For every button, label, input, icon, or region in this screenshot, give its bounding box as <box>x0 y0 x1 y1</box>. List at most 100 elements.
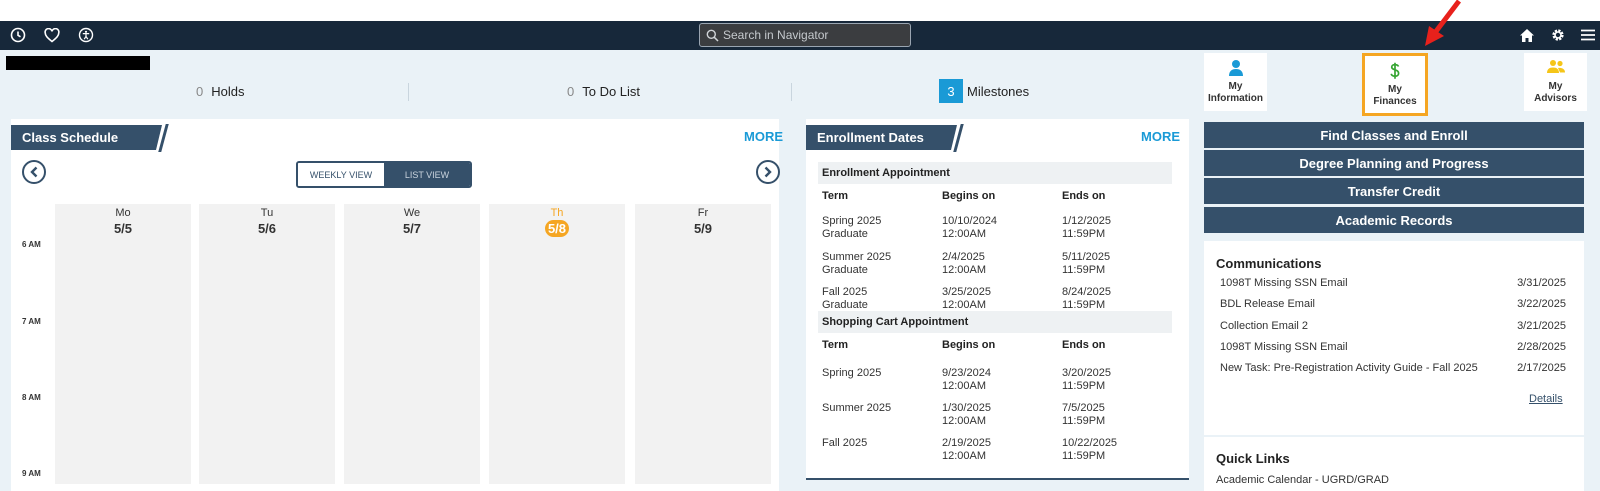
todo-label: To Do List <box>582 83 641 99</box>
class-schedule-panel: Class Schedule MORE WEEKLY VIEW LIST VIE… <box>11 119 783 491</box>
menu-icon[interactable] <box>1578 25 1598 45</box>
end-cell: 7/5/2025 11:59PM <box>1062 402 1105 428</box>
weekly-view-button[interactable]: WEEKLY VIEW <box>298 163 384 186</box>
table-row: Spring 2025 Graduate <box>822 215 881 241</box>
begin-time: 12:00AM <box>942 415 987 427</box>
communications-title: Communications <box>1216 256 1322 271</box>
hour-label: 8 AM <box>22 393 41 402</box>
comm-subject: 1098T Missing SSN Email <box>1220 277 1348 289</box>
tile-label-line1: My <box>1388 84 1402 95</box>
end-date: 5/11/2025 <box>1062 251 1111 263</box>
quick-links-title: Quick Links <box>1216 451 1290 466</box>
day-column-thursday[interactable]: Th 5/8 <box>489 204 625 484</box>
begin-time: 12:00AM <box>942 228 987 240</box>
my-information-tile[interactable]: My Information <box>1204 53 1267 111</box>
begin-time: 12:00AM <box>942 450 987 462</box>
tile-label-line2: Finances <box>1373 96 1417 107</box>
list-item[interactable]: New Task: Pre-Registration Activity Guid… <box>1220 362 1566 374</box>
comm-subject: Collection Email 2 <box>1220 320 1309 332</box>
list-item[interactable]: 1098T Missing SSN Email 2/28/2025 <box>1220 341 1566 353</box>
day-name: Mo <box>115 207 131 219</box>
column-term: Term <box>822 339 849 351</box>
begin-date: 3/25/2025 <box>942 286 991 298</box>
hour-label: 9 AM <box>22 469 41 478</box>
day-column-wednesday[interactable]: We 5/7 <box>344 204 480 484</box>
schedule-more-link[interactable]: MORE <box>744 129 783 144</box>
column-begins: Begins on <box>942 339 996 351</box>
comm-date: 2/28/2025 <box>1517 341 1566 353</box>
begin-date: 2/4/2025 <box>942 251 985 263</box>
academic-records-button[interactable]: Academic Records <box>1204 207 1584 233</box>
day-column-friday[interactable]: Fr 5/9 <box>635 204 771 484</box>
transfer-credit-button[interactable]: Transfer Credit <box>1204 178 1584 204</box>
column-ends: Ends on <box>1062 339 1106 351</box>
begin-date: 2/19/2025 <box>942 437 991 449</box>
term-cell: Fall 2025 <box>822 286 868 298</box>
clock-icon[interactable] <box>8 25 28 45</box>
hour-label: 7 AM <box>22 317 41 326</box>
comm-subject: 1098T Missing SSN Email <box>1220 341 1348 353</box>
list-item[interactable]: BDL Release Email 3/22/2025 <box>1220 298 1566 310</box>
redacted-user-name <box>6 56 150 70</box>
comm-date: 2/17/2025 <box>1517 362 1566 374</box>
shopping-cart-appointment-heading: Shopping Cart Appointment <box>818 311 1172 333</box>
list-item[interactable]: 1098T Missing SSN Email 3/31/2025 <box>1220 277 1566 289</box>
career-cell: Graduate <box>822 228 868 240</box>
holds-label: Holds <box>211 83 245 99</box>
hour-label: 6 AM <box>22 240 41 249</box>
begin-time: 12:00AM <box>942 264 987 276</box>
quick-link-item[interactable]: Academic Calendar - UGRD/GRAD <box>1216 474 1389 487</box>
day-date: 5/5 <box>113 221 133 236</box>
communications-details-link[interactable]: Details <box>1529 393 1563 405</box>
comm-subject: BDL Release Email <box>1220 298 1315 310</box>
end-time: 11:59PM <box>1062 264 1106 276</box>
holds-count: 0 <box>196 83 204 99</box>
advisors-icon <box>1546 59 1566 79</box>
column-term: Term <box>822 190 849 202</box>
todo-list-link[interactable]: 0 To Do List <box>567 76 640 106</box>
day-name: Tu <box>260 207 274 219</box>
end-cell: 10/22/2025 11:59PM <box>1062 437 1117 463</box>
top-navigation-bar <box>0 21 1600 50</box>
day-name: Fr <box>697 207 709 219</box>
term-cell: Spring 2025 <box>822 215 882 227</box>
list-item[interactable]: Collection Email 2 3/21/2025 <box>1220 320 1566 332</box>
begin-time: 12:00AM <box>942 380 987 392</box>
term-cell: Summer 2025 <box>822 251 892 263</box>
home-icon[interactable] <box>1517 25 1537 45</box>
day-date: 5/7 <box>402 221 422 236</box>
degree-planning-button[interactable]: Degree Planning and Progress <box>1204 150 1584 176</box>
end-date: 10/22/2025 <box>1062 437 1118 449</box>
end-time: 11:59PM <box>1062 450 1106 462</box>
enrollment-more-link[interactable]: MORE <box>1141 129 1180 144</box>
milestones-count-badge: 3 <box>939 79 963 103</box>
day-column-monday[interactable]: Mo 5/5 <box>55 204 191 484</box>
search-input[interactable] <box>723 28 903 42</box>
red-arrow-annotation <box>1425 0 1461 46</box>
day-date: 5/6 <box>257 221 277 236</box>
end-time: 11:59PM <box>1062 415 1106 427</box>
milestones-link[interactable]: 3 Milestones <box>939 76 1029 106</box>
term-cell: Summer 2025 <box>822 402 892 414</box>
gear-icon[interactable] <box>1548 25 1568 45</box>
day-date: 5/9 <box>693 221 713 236</box>
my-finances-tile[interactable]: My Finances <box>1362 53 1428 116</box>
holds-link[interactable]: 0 Holds <box>196 76 244 106</box>
previous-week-button[interactable] <box>22 160 46 184</box>
search-box[interactable] <box>699 23 911 47</box>
day-name: We <box>403 207 421 219</box>
heart-icon[interactable] <box>42 25 62 45</box>
find-classes-button[interactable]: Find Classes and Enroll <box>1204 122 1584 148</box>
day-column-tuesday[interactable]: Tu 5/6 <box>199 204 335 484</box>
end-cell: 3/20/2025 11:59PM <box>1062 367 1111 393</box>
accessibility-icon[interactable] <box>76 25 96 45</box>
my-advisors-tile[interactable]: My Advisors <box>1524 53 1587 111</box>
career-cell: Graduate <box>822 264 868 276</box>
next-week-button[interactable] <box>756 160 780 184</box>
list-view-button[interactable]: LIST VIEW <box>384 163 470 186</box>
end-date: 3/20/2025 <box>1062 367 1111 379</box>
enrollment-dates-panel: Enrollment Dates MORE Enrollment Appoint… <box>806 119 1189 480</box>
term-cell: Spring 2025 <box>822 367 882 379</box>
class-schedule-title: Class Schedule <box>11 125 162 150</box>
top-margin <box>0 0 1600 21</box>
